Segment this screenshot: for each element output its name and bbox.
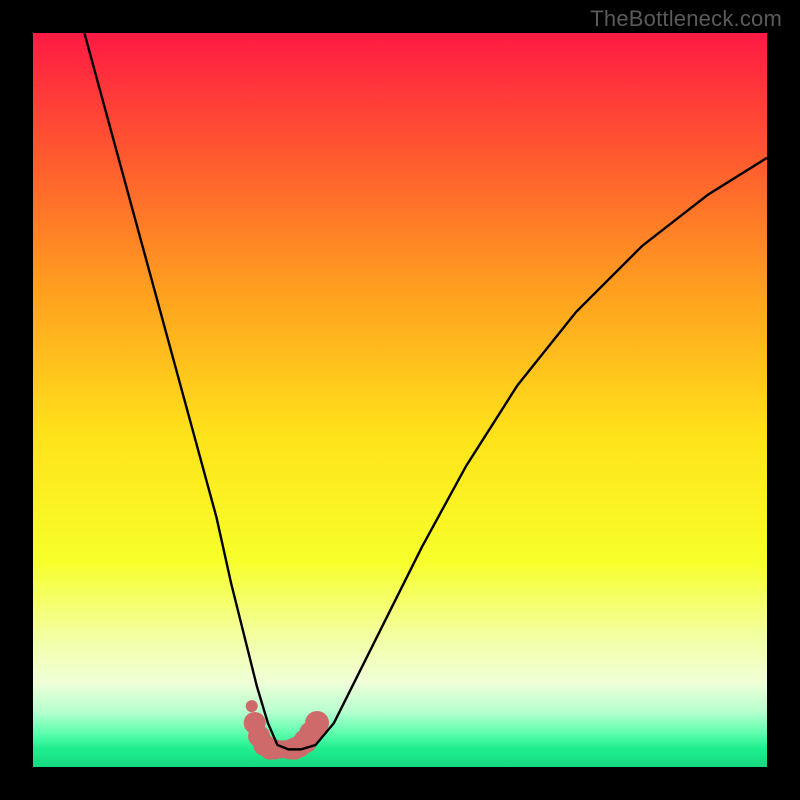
chart-frame: TheBottleneck.com [0, 0, 800, 800]
bottleneck-curve [84, 33, 767, 749]
watermark-text: TheBottleneck.com [590, 6, 782, 32]
highlight-marker [246, 700, 258, 712]
plot-area [33, 33, 767, 767]
marker-layer [244, 700, 329, 760]
chart-svg [33, 33, 767, 767]
